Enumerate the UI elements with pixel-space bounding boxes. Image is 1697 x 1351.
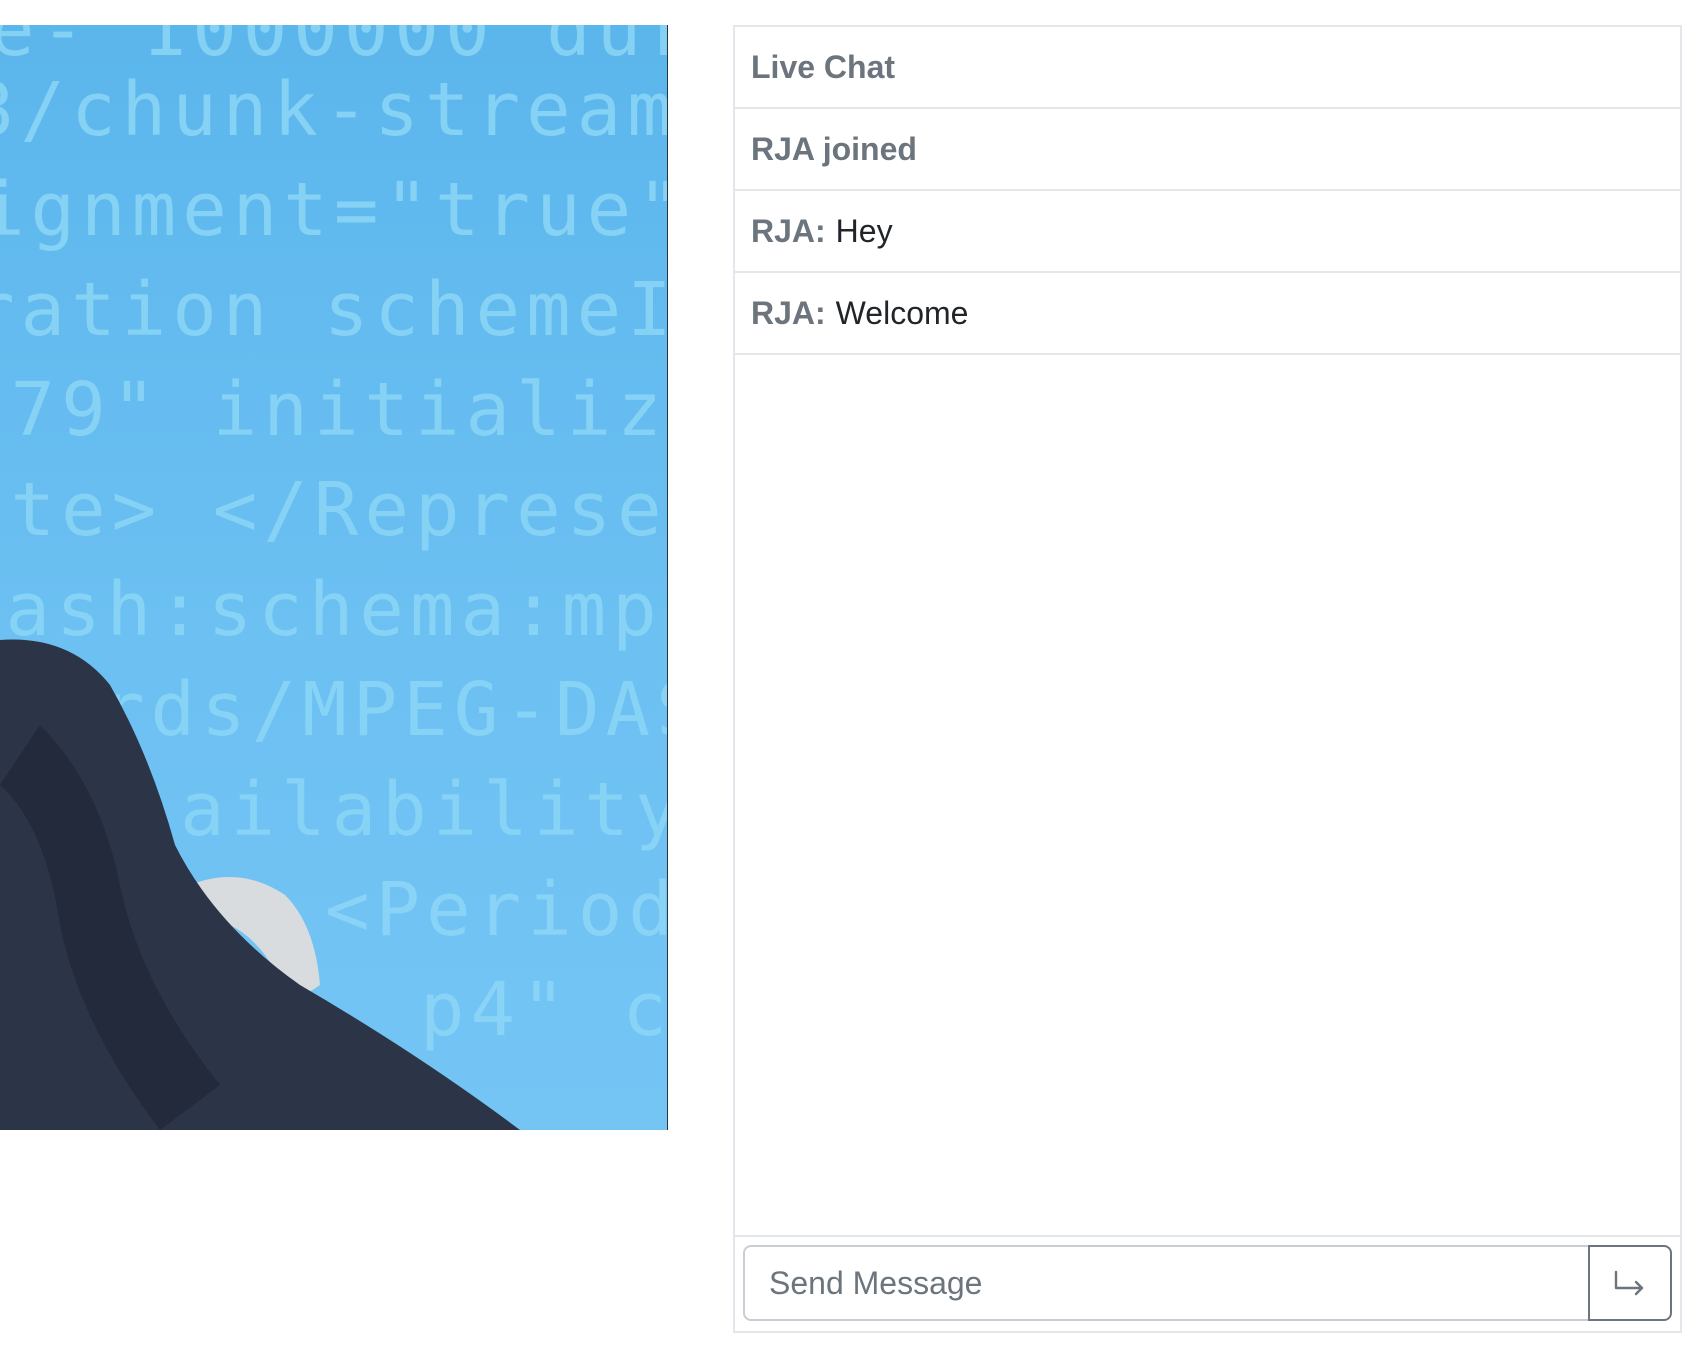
page: e- 1000000 dura 3/chunk-stream_t ignment… — [0, 0, 1697, 1351]
video-frame: e- 1000000 dura 3/chunk-stream_t ignment… — [0, 25, 667, 1130]
video-code-line: dash:schema:mpd: — [0, 567, 667, 653]
chat-message: RJA: Welcome — [735, 273, 1680, 355]
chat-message-text: Welcome — [835, 294, 969, 331]
live-chat-panel: Live Chat RJA joined RJA: Hey RJA: Welco… — [733, 25, 1682, 1333]
video-code-line: e- 1000000 dura — [0, 25, 667, 73]
video-code-line: rds/MPEG-DASH — [100, 667, 667, 753]
video-code-line: ration schemeIdU — [0, 267, 667, 353]
video-code-line: 3/chunk-stream_t — [0, 67, 667, 153]
video-code-line: p4" co — [420, 967, 667, 1053]
chat-message-user: RJA: — [751, 294, 826, 331]
send-message-input[interactable] — [743, 1245, 1588, 1321]
video-code-line: ate> </Represent — [0, 467, 667, 553]
video-code-line: ailabilityS — [180, 767, 667, 853]
video-code-line: 979" initializat — [0, 367, 667, 453]
chat-message-text: Hey — [835, 212, 893, 249]
send-button[interactable] — [1588, 1245, 1672, 1321]
chat-title: Live Chat — [735, 27, 1680, 109]
chat-system-message: RJA joined — [735, 109, 1680, 191]
chat-message: RJA: Hey — [735, 191, 1680, 273]
video-player[interactable]: e- 1000000 dura 3/chunk-stream_t ignment… — [0, 25, 668, 1130]
chat-message-user: RJA: — [751, 212, 826, 249]
chat-input-bar — [735, 1235, 1680, 1331]
video-code-line: ignment="true" b — [0, 167, 667, 253]
send-arrow-icon — [1614, 1270, 1644, 1296]
video-code-line: <Period — [325, 867, 667, 953]
